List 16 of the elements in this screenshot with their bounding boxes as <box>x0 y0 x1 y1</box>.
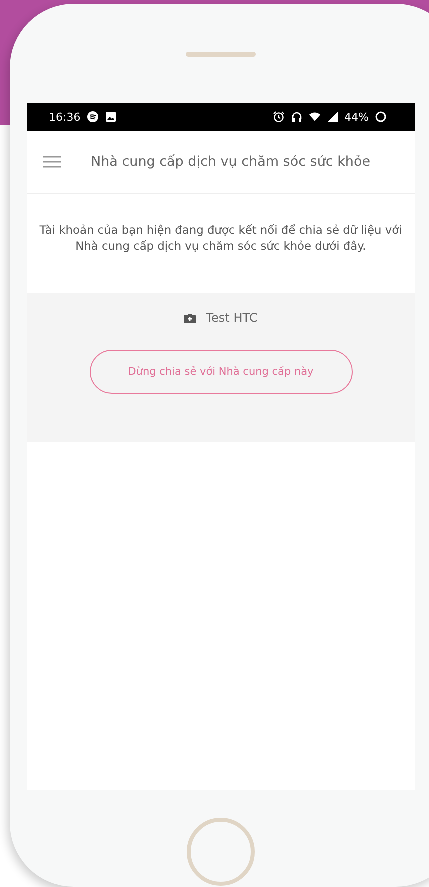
alarm-icon <box>272 111 285 123</box>
wifi-icon <box>308 111 321 123</box>
stop-sharing-button[interactable]: Dừng chia sẻ với Nhà cung cấp này <box>90 350 352 394</box>
page-title: Nhà cung cấp dịch vụ chăm sóc sức khỏe <box>91 154 371 170</box>
battery-ring-icon <box>375 111 387 123</box>
image-icon <box>104 111 117 123</box>
medical-kit-icon <box>184 312 196 324</box>
battery-percent: 44% <box>344 110 369 124</box>
music-app-icon <box>86 111 99 123</box>
provider-name: Test HTC <box>206 311 258 325</box>
headphones-icon <box>290 111 303 123</box>
menu-button[interactable] <box>43 155 61 169</box>
status-time: 16:36 <box>49 110 81 124</box>
speaker-slot <box>186 52 256 57</box>
signal-icon <box>326 111 339 123</box>
description-text: Tài khoản của bạn hiện đang được kết nối để chia sẻ dữ liệu với Nhà cung cấp dịch vụ chăm sóc sức khỏe dưới đây. <box>38 222 404 255</box>
